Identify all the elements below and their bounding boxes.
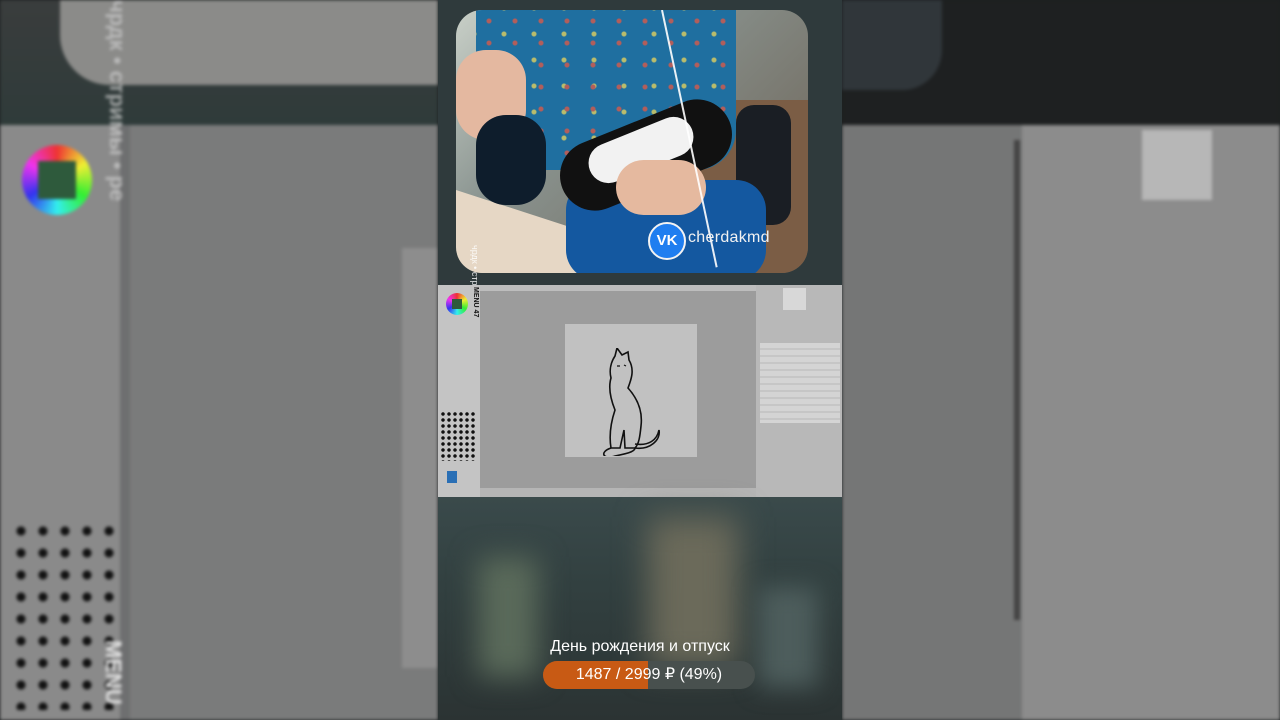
- background-canvas-edge: [402, 248, 438, 668]
- background-canvas: [130, 125, 438, 720]
- background-side-caption: чрдк • стримы • ре: [105, 0, 130, 202]
- donation-progress-text: 1487 / 2999 ₽ (49%): [575, 666, 723, 683]
- donation-progress-bar: 1487 / 2999 ₽ (49%): [543, 661, 755, 689]
- app-icon: [447, 471, 457, 483]
- background-scrollbar: [1014, 140, 1020, 620]
- color-wheel-icon: [446, 293, 468, 315]
- side-caption: чрдк • стримы • ре: [470, 245, 480, 322]
- webcam-hands: [616, 160, 706, 215]
- vk-logo-icon: VK: [648, 222, 686, 260]
- sidebar-label: MENU 47: [472, 287, 479, 318]
- cat-sketch-icon: [603, 348, 660, 456]
- webcam-chair-left: [476, 115, 546, 205]
- channel-handle: cherdakmd: [688, 229, 770, 246]
- background-color-wheel-icon: [22, 145, 92, 215]
- webcam-feed: VK cherdakmd: [456, 10, 808, 273]
- background-left: чрдк • стримы • ре MENU: [0, 0, 438, 720]
- background-navigator-thumb: [1142, 130, 1212, 200]
- drawing-canvas: [565, 324, 697, 457]
- blur-shape: [758, 587, 818, 687]
- background-right: [842, 0, 1280, 720]
- screen-capture: MENU 47: [438, 285, 842, 498]
- donation-goal-title: День рождения и отпуск: [550, 638, 730, 655]
- navigator-thumbnail: [783, 288, 806, 310]
- stream-overlay: VK cherdakmd чрдк • стримы • ре MENU 47: [438, 0, 842, 720]
- background-layers-panel: [1022, 125, 1280, 720]
- background-card-right: [842, 0, 942, 90]
- layers-list: [760, 343, 840, 423]
- tool-panel: MENU 47: [438, 285, 480, 498]
- blur-shape: [478, 557, 538, 677]
- background-menu-caption: MENU: [101, 640, 126, 705]
